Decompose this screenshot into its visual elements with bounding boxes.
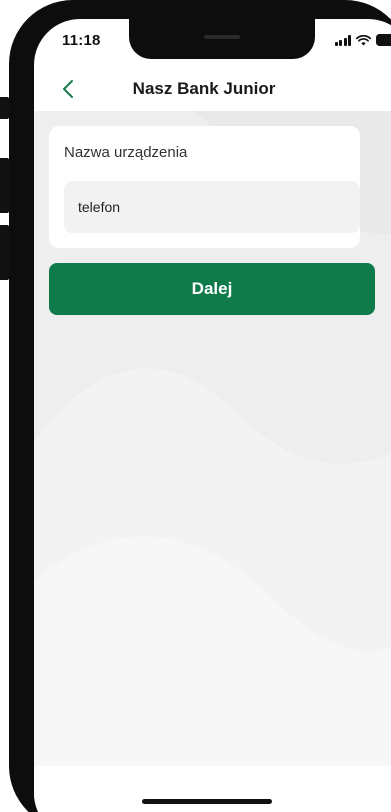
content-area: Nazwa urządzenia Dalej — [34, 111, 391, 766]
status-icons — [334, 33, 391, 47]
device-name-card: Nazwa urządzenia — [49, 126, 360, 248]
device-name-input[interactable] — [64, 181, 360, 233]
volume-up-button — [0, 158, 9, 213]
home-indicator[interactable] — [142, 799, 272, 804]
next-button[interactable]: Dalej — [49, 263, 375, 315]
app-screen: 11:18 Nasz Bank Junior Nazwa urządzenia … — [34, 19, 391, 812]
speaker-grille — [204, 35, 240, 39]
device-name-label: Nazwa urządzenia — [64, 144, 188, 161]
signal-icon — [334, 34, 351, 46]
wifi-icon — [356, 34, 371, 46]
notch — [129, 19, 315, 59]
navigation-header: Nasz Bank Junior — [34, 67, 391, 111]
volume-down-button — [0, 225, 9, 280]
battery-icon — [376, 34, 391, 46]
phone-frame: 11:18 Nasz Bank Junior Nazwa urządzenia … — [9, 0, 391, 812]
status-time: 11:18 — [62, 32, 101, 49]
bottom-area — [34, 766, 391, 812]
page-title: Nasz Bank Junior — [132, 79, 276, 98]
silent-switch — [0, 97, 9, 119]
phone-mockup: 11:18 Nasz Bank Junior Nazwa urządzenia … — [0, 0, 391, 812]
